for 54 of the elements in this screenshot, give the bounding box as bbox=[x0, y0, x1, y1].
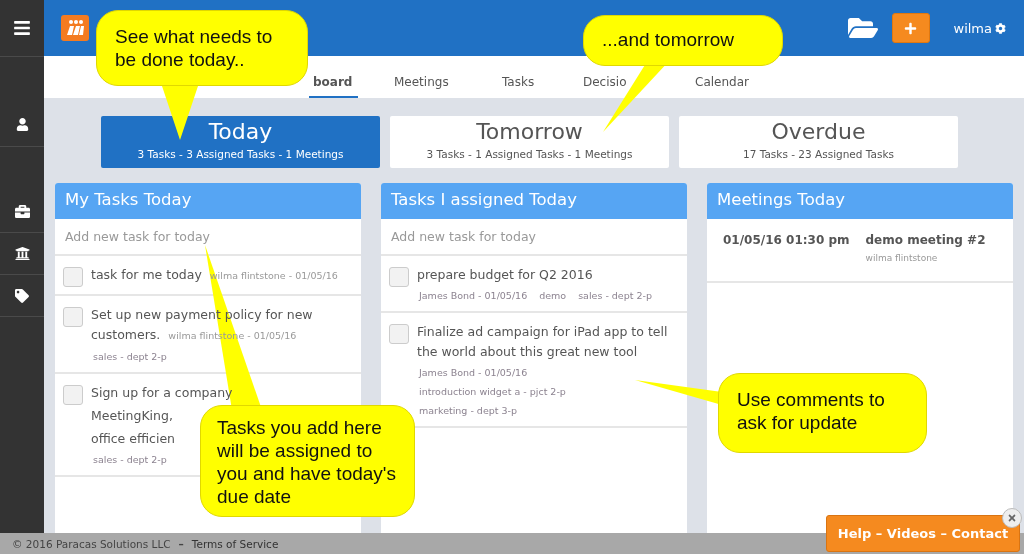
task-title: Finalize ad campaign for iPad app to tell the world about this great new tool bbox=[417, 323, 669, 361]
task-tag: sales - dept 2-p bbox=[93, 452, 167, 468]
checkbox[interactable] bbox=[389, 267, 409, 287]
checkbox[interactable] bbox=[63, 267, 83, 287]
task-title: office efficien bbox=[91, 430, 175, 448]
callout: Use comments to ask for update bbox=[718, 373, 927, 453]
close-icon bbox=[1007, 513, 1017, 523]
summary-title: Overdue bbox=[771, 118, 866, 146]
summary-detail: 17 Tasks - 23 Assigned Tasks bbox=[743, 147, 894, 162]
tag-icon bbox=[15, 288, 29, 303]
nav-tab[interactable]: board bbox=[309, 68, 358, 98]
task-tag: sales - dept 2-p bbox=[578, 288, 652, 304]
copyright-text: © 2016 Paracas Solutions LLC bbox=[12, 537, 171, 550]
summary-title: Tomorrow bbox=[476, 118, 583, 146]
briefcase-icon bbox=[14, 204, 30, 219]
task-tag: introduction widget a - pjct 2-p bbox=[419, 384, 566, 400]
task-tag: James Bond - 01/05/16 bbox=[419, 288, 528, 304]
task-item[interactable]: prepare budget for Q2 2016 James Bond - 01/05/16 demo sales - dept 2-p bbox=[381, 256, 687, 313]
summary-card[interactable]: Today 3 Tasks - 3 Assigned Tasks - 1 Meetings bbox=[101, 116, 380, 168]
menu-icon bbox=[13, 19, 31, 37]
summary-detail: 3 Tasks - 1 Assigned Tasks - 1 Meetings bbox=[426, 147, 633, 162]
logo-icon[interactable] bbox=[61, 15, 89, 41]
user-icon bbox=[15, 117, 29, 131]
nav-tab[interactable]: Calendar bbox=[665, 68, 765, 98]
summary-detail: 3 Tasks - 3 Assigned Tasks - 1 Meetings bbox=[137, 147, 344, 162]
task-tag: demo bbox=[539, 288, 567, 304]
summary-title: Today bbox=[208, 118, 273, 146]
nav-tab[interactable]: Decisio bbox=[578, 68, 665, 98]
nav-tab[interactable]: Meetings bbox=[358, 68, 458, 98]
panel-header: My Tasks Today bbox=[55, 183, 361, 219]
bank-icon bbox=[14, 246, 30, 261]
task-tag: marketing - dept 3-p bbox=[419, 403, 518, 419]
nav-tab[interactable]: Tasks bbox=[458, 68, 578, 98]
meeting-name: demo meeting #2 bbox=[865, 233, 986, 247]
task-tag: sales - dept 2-p bbox=[93, 349, 167, 365]
panel-header: Meetings Today bbox=[707, 183, 1013, 219]
meeting-owner: wilma flintstone bbox=[865, 253, 939, 263]
terms-link[interactable]: Terms of Service bbox=[191, 537, 279, 550]
summary-card[interactable]: Tomorrow 3 Tasks - 1 Assigned Tasks - 1 Meetings bbox=[390, 116, 669, 168]
meeting-item[interactable]: 01/05/16 01:30 pm demo meeting #2 wilma flintstone bbox=[707, 219, 1013, 283]
plus-icon bbox=[904, 21, 917, 35]
task-title: prepare budget for Q2 2016 bbox=[417, 266, 593, 284]
checkbox[interactable] bbox=[389, 324, 409, 344]
checkbox[interactable] bbox=[63, 307, 83, 327]
checkbox[interactable] bbox=[63, 385, 83, 405]
add-button[interactable] bbox=[891, 13, 930, 43]
meeting-time: 01/05/16 01:30 pm bbox=[723, 233, 850, 247]
task-title: MeetingKing, bbox=[91, 407, 173, 425]
separator-text: – bbox=[178, 537, 184, 550]
summary-card[interactable]: Overdue 17 Tasks - 23 Assigned Tasks bbox=[679, 116, 958, 168]
settings-icon bbox=[995, 22, 1006, 34]
task-tag: James Bond - 01/05/16 bbox=[419, 365, 528, 381]
panel-header: Tasks I assigned Today bbox=[381, 183, 687, 219]
user-menu[interactable]: wilma bbox=[953, 20, 1006, 36]
